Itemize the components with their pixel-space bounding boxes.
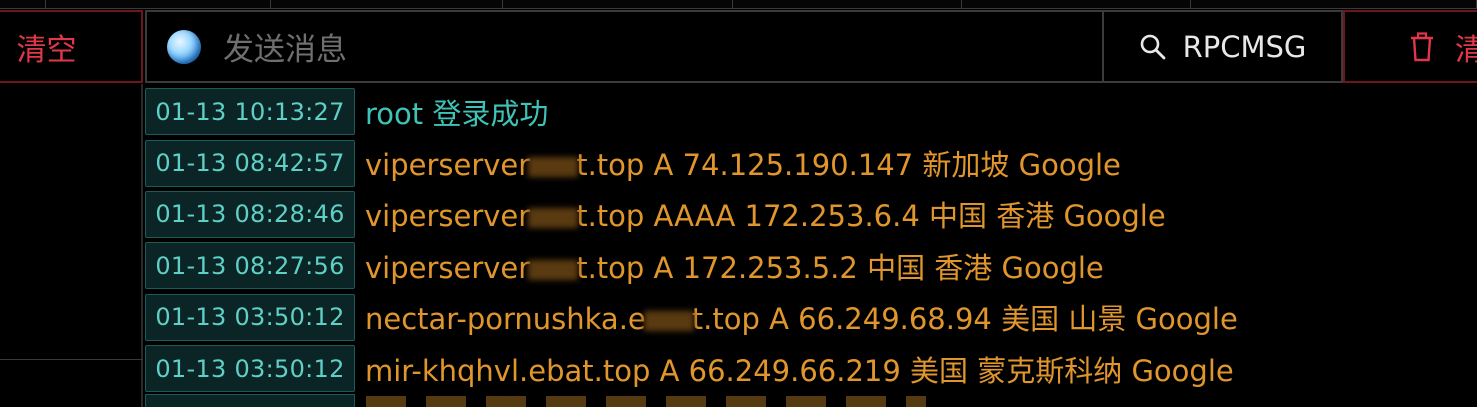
log-message: viperserver t.top A 172.253.5.2 中国 香港 Goo… [365, 245, 1104, 287]
left-divider [0, 359, 143, 360]
log-row: 01-13 10:13:27 root 登录成功 [145, 86, 1477, 137]
log-message-partial [366, 396, 926, 407]
log-message-tail: t.top A 74.125.190.147 新加坡 Google [576, 148, 1121, 183]
log-timestamp: 01-13 08:42:57 [145, 139, 355, 187]
search-icon [1140, 34, 1165, 59]
log-message-head: nectar-pornushka.e [365, 302, 646, 337]
log-timestamp: 01-13 08:28:46 [145, 190, 355, 238]
log-panel: 清空 发送消息 RPCMSG 清 01-13 10:13:27 root 登录成… [0, 0, 1477, 407]
trash-icon [1411, 31, 1433, 61]
log-message-head: viperserver [365, 148, 531, 183]
message-placeholder: 发送消息 [223, 32, 347, 68]
rpcmsg-search-button[interactable]: RPCMSG [1104, 10, 1343, 83]
log-timestamp: 01-13 03:50:12 [145, 293, 355, 341]
log-timestamp: 01-13 10:13:27 [145, 88, 355, 136]
log-list: 01-13 10:13:27 root 登录成功 01-13 08:42:57 … [145, 86, 1477, 394]
log-row: 01-13 08:28:46 viperserver t.top AAAA 172… [145, 189, 1477, 240]
log-message: nectar-pornushka.e t.top A 66.249.68.94 美… [365, 296, 1238, 338]
top-cell[interactable] [0, 0, 46, 9]
globe-icon [167, 29, 201, 64]
top-cell[interactable] [46, 0, 271, 9]
clear-button-label: 清空 [16, 32, 77, 68]
redacted-blur [643, 311, 694, 332]
top-cell[interactable] [1191, 0, 1477, 9]
log-row: 01-13 08:27:56 viperserver t.top A 172.25… [145, 240, 1477, 291]
log-message: root 登录成功 [365, 96, 549, 131]
log-message-tail: t.top A 172.253.5.2 中国 香港 Google [576, 250, 1104, 285]
log-message-tail: t.top AAAA 172.253.6.4 中国 香港 Google [576, 199, 1166, 234]
log-row: 01-13 08:42:57 viperserver t.top A 74.125… [145, 137, 1477, 188]
top-cell[interactable] [271, 0, 503, 9]
redacted-blur [528, 259, 579, 280]
redacted-blur [528, 208, 579, 229]
top-tab-strip [0, 0, 1477, 10]
top-cell[interactable] [503, 0, 733, 9]
log-message-head: viperserver [365, 199, 531, 234]
top-cell[interactable] [733, 0, 962, 9]
top-cell[interactable] [962, 0, 1191, 9]
log-timestamp: 01-13 03:50:12 [145, 345, 355, 393]
log-message: viperserver t.top A 74.125.190.147 新加坡 Go… [365, 142, 1121, 184]
clear-log-label: 清 [1455, 32, 1477, 68]
log-row: 01-13 03:50:12 nectar-pornushka.e t.top A… [145, 292, 1477, 343]
send-message-input[interactable]: 发送消息 [145, 10, 1104, 83]
log-message: viperserver t.top AAAA 172.253.6.4 中国 香港 … [365, 193, 1166, 235]
log-message: mir-khqhvl.ebat.top A 66.249.66.219 美国 蒙… [365, 353, 1234, 388]
clear-log-button[interactable]: 清 [1343, 10, 1477, 83]
rpcmsg-label: RPCMSG [1182, 29, 1307, 64]
log-message-tail: t.top A 66.249.68.94 美国 山景 Google [691, 302, 1238, 337]
clear-button[interactable]: 清空 [0, 10, 143, 83]
log-timestamp-partial [145, 394, 355, 407]
log-row: 01-13 03:50:12 mir-khqhvl.ebat.top A 66.… [145, 343, 1477, 394]
log-message-head: viperserver [365, 250, 531, 285]
redacted-blur [528, 157, 579, 178]
log-timestamp: 01-13 08:27:56 [145, 242, 355, 290]
